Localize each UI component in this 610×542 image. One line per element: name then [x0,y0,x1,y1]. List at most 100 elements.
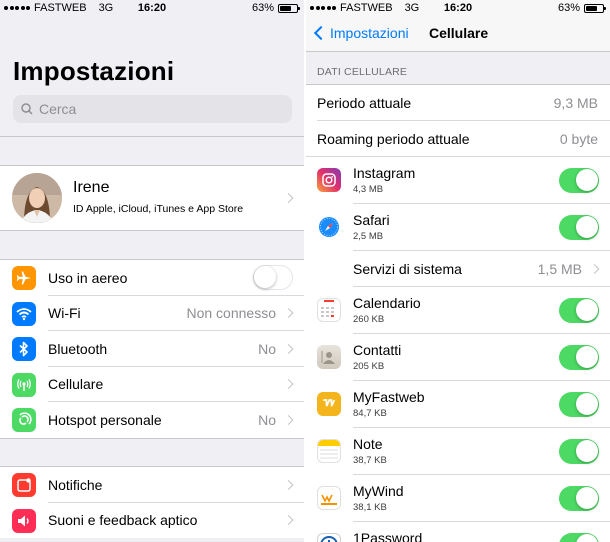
app-name: Instagram [353,165,416,181]
sounds-label: Suoni e feedback aptico [48,512,198,529]
notifications-row[interactable]: Notifiche [0,467,304,503]
speaker-icon [12,508,36,533]
app-size: 2,5 MB [353,231,384,242]
cellular-label: Cellulare [48,376,104,393]
cellular-row[interactable]: Cellulare [0,367,304,402]
apple-id-row[interactable]: Irene ID Apple, iCloud, iTunes e App Sto… [0,166,304,230]
safari-icon [317,215,341,239]
notifications-icon [12,473,36,497]
cellular-data-group: Periodo attuale 9,3 MB Roaming periodo a… [306,84,610,542]
1password-toggle[interactable] [559,533,599,542]
safari-toggle[interactable] [559,215,599,240]
status-bar: FASTWEB 3G 16:20 63% [0,0,304,16]
chevron-right-icon [283,308,294,319]
app-name: 1Password [353,530,423,542]
bluetooth-value: No [258,340,276,357]
system-services-value: 1,5 MB [537,261,582,277]
airplane-icon [12,266,36,290]
contatti-toggle[interactable] [559,345,599,370]
bluetooth-icon [12,337,36,361]
app-size: 84,7 KB [353,408,387,419]
app-size: 4,3 MB [353,184,384,195]
section-header: DATI CELLULARE [317,66,408,78]
page-title: Impostazioni [13,56,175,86]
calendar-icon [317,298,341,322]
back-label: Impostazioni [330,25,409,41]
current-period-row: Periodo attuale 9,3 MB [306,85,610,121]
system-services-label: Servizi di sistema [353,261,462,277]
sounds-row[interactable]: Suoni e feedback aptico [0,503,304,539]
search-input[interactable]: Cerca [13,95,292,123]
search-placeholder: Cerca [39,101,77,117]
app-row-contatti: Contatti 205 KB [306,334,610,381]
chevron-right-icon [589,264,600,274]
current-period-value: 9,3 MB [553,95,598,111]
search-icon [21,103,33,115]
app-size: 38,1 KB [353,502,387,513]
app-row-myfastweb: MyFastweb 84,7 KB [306,381,610,428]
mywind-icon [317,486,341,510]
connectivity-group: Uso in aereo Wi-Fi Non connesso Bluetoot… [0,259,304,439]
hotspot-icon [12,408,36,432]
app-row-1password: 1Password [306,522,610,542]
wifi-value: Non connesso [186,305,276,322]
app-row-safari: Safari 2,5 MB [306,204,610,251]
bluetooth-row[interactable]: Bluetooth No [0,331,304,367]
hotspot-row[interactable]: Hotspot personale No [0,402,304,438]
navigation-bar: Impostazioni Cellulare [306,16,610,52]
notes-icon [317,439,341,463]
airplane-mode-toggle[interactable] [253,265,293,290]
app-name: Calendario [353,295,421,311]
wifi-row[interactable]: Wi-Fi Non connesso [0,296,304,331]
system-services-row[interactable]: Servizi di sistema 1,5 MB [306,251,610,287]
hotspot-label: Hotspot personale [48,411,162,428]
profile-name: Irene [73,179,110,196]
mywind-toggle[interactable] [559,486,599,511]
battery-percent: 63% [557,2,580,14]
chevron-right-icon [283,193,294,203]
instagram-toggle[interactable] [559,168,599,193]
app-size: 205 KB [353,361,385,372]
app-row-calendario: Calendario 260 KB [306,287,610,334]
chevron-right-icon [283,515,294,526]
airplane-mode-row: Uso in aereo [0,260,304,296]
battery-percent: 63% [251,2,274,14]
app-name: Contatti [353,342,402,358]
status-bar: FASTWEB 3G 16:20 63% [306,0,610,16]
app-name: Note [353,436,383,452]
roaming-period-row: Roaming periodo attuale 0 byte [306,121,610,157]
app-size: 260 KB [353,314,385,325]
app-name: MyWind [353,483,404,499]
back-button[interactable]: Impostazioni [312,25,409,41]
chevron-right-icon [283,414,294,425]
current-period-label: Periodo attuale [317,95,412,111]
notifications-label: Notifiche [48,476,103,493]
chevron-right-icon [283,343,294,354]
calendario-toggle[interactable] [559,298,599,323]
avatar [12,173,62,223]
roaming-period-label: Roaming periodo attuale [317,131,470,147]
battery-icon [584,3,606,13]
hotspot-value: No [258,411,276,428]
app-name: MyFastweb [353,389,425,405]
chevron-right-icon [283,379,294,390]
nav-title: Cellulare [429,25,489,41]
airplane-mode-label: Uso in aereo [48,269,128,286]
app-row-note: Note 38,7 KB [306,428,610,475]
myfastweb-icon [317,392,341,416]
note-toggle[interactable] [559,439,599,464]
app-row-instagram: Instagram 4,3 MB [306,157,610,204]
chevron-left-icon [313,25,329,41]
divider [0,136,304,137]
wifi-label: Wi-Fi [48,305,81,322]
wifi-icon [12,301,36,326]
antenna-icon [12,372,36,397]
cellular-screen: FASTWEB 3G 16:20 63% Impostazioni Cellul… [306,0,610,542]
1password-icon [317,533,341,542]
myfastweb-toggle[interactable] [559,392,599,417]
app-row-mywind: MyWind 38,1 KB [306,475,610,522]
app-name: Safari [353,212,390,228]
profile-subtitle: ID Apple, iCloud, iTunes e App Store [73,203,244,215]
profile-group: Irene ID Apple, iCloud, iTunes e App Sto… [0,165,304,231]
battery-icon [278,3,300,13]
